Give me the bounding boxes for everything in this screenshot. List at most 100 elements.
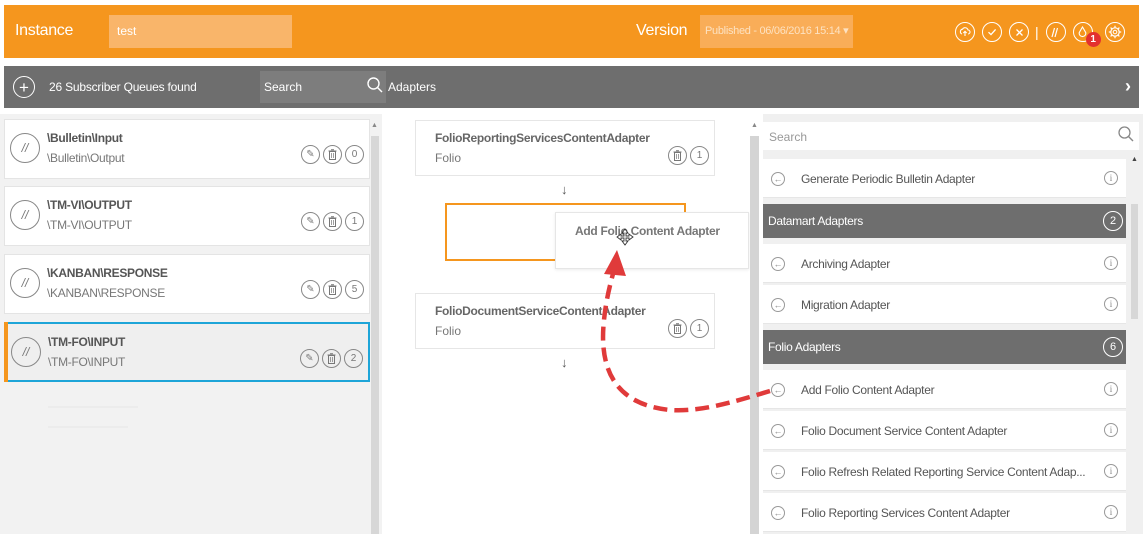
arrow-left-icon: ← (771, 257, 785, 271)
queue-count-text: 26 Subscriber Queues found (49, 80, 197, 94)
arrow-left-icon: ← (771, 424, 785, 438)
queue-icon[interactable] (1045, 22, 1066, 42)
dragged-adapter-label: Add Folio Content Adapter (575, 224, 720, 238)
search-icon[interactable] (1117, 125, 1135, 146)
info-icon[interactable]: i (1104, 256, 1118, 270)
sub-bar: + 26 Subscriber Queues found Search Adap… (4, 66, 1139, 108)
scroll-thumb[interactable] (750, 136, 759, 534)
adapter-list-item[interactable]: ← Archiving Adapter i (763, 244, 1126, 283)
adapter-name: Add Folio Content Adapter (801, 383, 935, 397)
edit-icon[interactable]: ✎ (301, 212, 320, 231)
queue-actions: ✎ 2 (297, 349, 363, 368)
info-icon[interactable]: i (1104, 423, 1118, 437)
adapter-name: Archiving Adapter (801, 257, 890, 271)
adapter-group-header[interactable]: Datamart Adapters 2 (763, 204, 1126, 238)
trash-icon[interactable] (323, 145, 342, 164)
queue-card[interactable]: // \KANBAN\RESPONSE \KANBAN\RESPONSE ✎ 5 (4, 254, 370, 314)
add-queue-button[interactable]: + (13, 76, 35, 98)
notifications[interactable]: 1 (1072, 22, 1101, 47)
scroll-thumb[interactable] (371, 136, 379, 534)
arrow-left-icon: ← (771, 172, 785, 186)
adapter-library-panel: Search ← Generate Periodic Bulletin Adap… (763, 114, 1143, 534)
info-icon[interactable]: i (1104, 171, 1118, 185)
check-icon[interactable] (982, 22, 1002, 42)
info-icon[interactable]: i (1104, 464, 1118, 478)
trash-icon[interactable] (668, 146, 687, 165)
group-label: Datamart Adapters (768, 214, 863, 228)
info-icon[interactable]: i (1104, 505, 1118, 519)
queue-title: \TM-VI\OUTPUT (47, 198, 132, 212)
adapter-list-item[interactable]: ← Folio Document Service Content Adapter… (763, 411, 1126, 450)
search-icon[interactable] (366, 76, 384, 97)
trash-icon[interactable] (323, 280, 342, 299)
scroll-up-icon[interactable]: ▲ (371, 122, 378, 129)
adapter-group-header[interactable]: Folio Adapters 6 (763, 330, 1126, 364)
adapter-title: FolioDocumentServiceContentAdapter (435, 304, 646, 318)
arrow-left-icon: ← (771, 383, 785, 397)
queue-card-selected[interactable]: // \TM-FO\INPUT \TM-FO\INPUT ✎ 2 (4, 322, 370, 382)
queue-icon: // (10, 133, 40, 163)
dragged-adapter[interactable]: Add Folio Content Adapter (555, 212, 749, 269)
settings-icon[interactable] (1104, 22, 1125, 42)
queue-list-scrollbar[interactable]: ▲ (371, 122, 379, 534)
queue-subtitle: \TM-FO\INPUT (48, 355, 126, 369)
adapter-name: Generate Periodic Bulletin Adapter (801, 172, 975, 186)
adapter-title: FolioReportingServicesContentAdapter (435, 131, 650, 145)
pipeline-adapter-card[interactable]: FolioDocumentServiceContentAdapter Folio… (415, 293, 715, 349)
queue-card[interactable]: // \Bulletin\Input \Bulletin\Output ✎ 0 (4, 119, 370, 179)
adapter-search-input[interactable]: Search (763, 122, 1139, 150)
adapter-name: Folio Refresh Related Reporting Service … (801, 465, 1086, 479)
toolbar-icons: | 1 (955, 20, 1132, 47)
adapter-subtitle: Folio (435, 151, 462, 165)
queue-title: \KANBAN\RESPONSE (47, 266, 168, 280)
close-icon[interactable] (1009, 22, 1029, 42)
queue-count-badge: 5 (345, 280, 364, 299)
trash-icon[interactable] (322, 349, 341, 368)
queue-count-badge: 2 (344, 349, 363, 368)
scroll-up-icon[interactable]: ▲ (1131, 156, 1138, 163)
adapter-list-item[interactable]: ← Folio Reporting Services Content Adapt… (763, 493, 1126, 532)
adapter-count-badge: 1 (690, 319, 709, 338)
edit-icon[interactable]: ✎ (301, 280, 320, 299)
trash-icon[interactable] (668, 319, 687, 338)
group-label: Folio Adapters (768, 340, 841, 354)
queue-actions: ✎ 5 (298, 280, 364, 299)
arrow-left-icon: ← (771, 298, 785, 312)
chevron-right-icon[interactable]: › (1125, 76, 1131, 97)
flow-arrow-icon: ↓ (561, 355, 568, 370)
adapter-list-item[interactable]: ← Generate Periodic Bulletin Adapter i (763, 159, 1126, 198)
adapters-label: Adapters (388, 80, 437, 94)
queue-actions: ✎ 0 (298, 145, 364, 164)
adapter-list-item[interactable]: ← Add Folio Content Adapter i (763, 370, 1126, 409)
queue-icon: // (10, 200, 40, 230)
queue-card[interactable]: // \TM-VI\OUTPUT \TM-VI\OUTPUT ✎ 1 (4, 186, 370, 246)
adapter-name: Folio Reporting Services Content Adapter (801, 506, 1010, 520)
edit-icon[interactable]: ✎ (300, 349, 319, 368)
trash-icon[interactable] (323, 212, 342, 231)
queue-actions: ✎ 1 (298, 212, 364, 231)
info-icon[interactable]: i (1104, 382, 1118, 396)
flow-arrow-icon: ↓ (561, 182, 568, 197)
edit-icon[interactable]: ✎ (301, 145, 320, 164)
info-icon[interactable]: i (1104, 297, 1118, 311)
adapter-subtitle: Folio (435, 324, 462, 338)
queue-search-input[interactable]: Search (260, 71, 386, 103)
queue-count-badge: 1 (345, 212, 364, 231)
pipeline-scrollbar[interactable]: ▲ (750, 122, 759, 534)
pipeline-adapter-card[interactable]: FolioReportingServicesContentAdapter Fol… (415, 120, 715, 176)
adapter-name: Migration Adapter (801, 298, 890, 312)
queue-subtitle: \Bulletin\Output (47, 151, 125, 165)
scroll-up-icon[interactable]: ▲ (751, 122, 758, 129)
adapter-name: Folio Document Service Content Adapter (801, 424, 1008, 438)
queue-count-badge: 0 (345, 145, 364, 164)
faded-placeholder (48, 426, 128, 428)
instance-input[interactable]: test (109, 15, 292, 48)
queue-subtitle: \KANBAN\RESPONSE (47, 286, 165, 300)
adapter-library-scrollbar[interactable]: ▲ (1129, 154, 1139, 534)
scroll-thumb[interactable] (1131, 204, 1138, 319)
upload-icon[interactable] (955, 22, 975, 42)
adapter-list-item[interactable]: ← Folio Refresh Related Reporting Servic… (763, 452, 1126, 491)
instance-label: Instance (15, 22, 74, 39)
version-select[interactable]: Published - 06/06/2016 15:14 ▾ (700, 15, 853, 48)
adapter-list-item[interactable]: ← Migration Adapter i (763, 285, 1126, 324)
